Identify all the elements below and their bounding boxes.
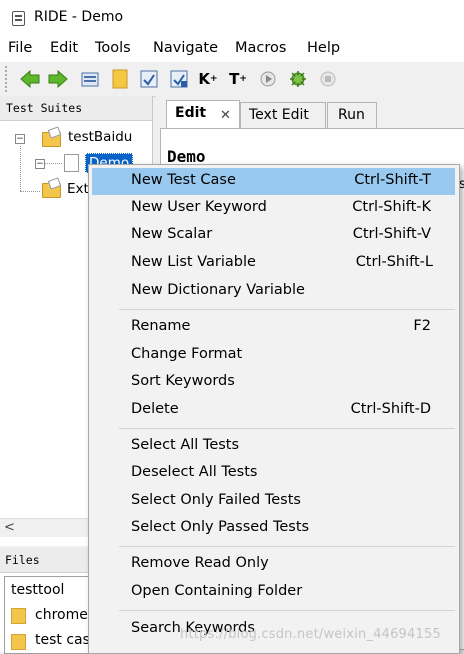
menu-item-shortcut: Ctrl-Shift-L <box>355 254 433 270</box>
menu-item-deselect-all-tests[interactable]: Deselect All Tests <box>92 460 455 487</box>
test-suites-title: Test Suites <box>6 101 83 115</box>
menu-item-change-format[interactable]: Change Format <box>92 342 455 369</box>
menu-separator <box>119 610 455 611</box>
context-menu: New Test Case Ctrl-Shift-T New User Keyw… <box>88 164 460 654</box>
menu-item-rename[interactable]: Rename F2 <box>92 314 455 341</box>
menu-macros[interactable]: Macros <box>235 40 286 56</box>
menu-item-new-list-variable[interactable]: New List Variable Ctrl-Shift-L <box>92 250 455 277</box>
close-icon[interactable]: ✕ <box>220 108 231 123</box>
folder-icon <box>11 634 26 650</box>
menu-item-open-containing-folder[interactable]: Open Containing Folder <box>92 579 455 606</box>
menu-item-label: Rename <box>131 318 191 334</box>
toolbar: K + T + <box>0 62 464 97</box>
menu-item-label: Select Only Failed Tests <box>131 492 301 508</box>
folder-icon <box>11 608 26 624</box>
menu-item-label: New User Keyword <box>131 199 267 215</box>
tab-run-label: Run <box>338 107 365 123</box>
file-item-testtool[interactable]: testtool <box>11 582 64 598</box>
run-icon[interactable] <box>258 69 278 89</box>
menu-item-label: New Dictionary Variable <box>131 282 305 298</box>
menu-item-delete[interactable]: Delete Ctrl-Shift-D <box>92 397 455 424</box>
tree-line <box>20 146 21 191</box>
expand-toggle-testbaidu[interactable]: − <box>15 134 25 144</box>
menu-item-new-scalar[interactable]: New Scalar Ctrl-Shift-V <box>92 222 455 249</box>
save-all-icon[interactable] <box>169 69 189 89</box>
open-directory-icon[interactable] <box>80 69 100 89</box>
watermark: https://blog.csdn.net/weixin_44694155 <box>180 627 441 642</box>
open-folder-icon[interactable] <box>110 69 130 89</box>
menu-edit[interactable]: Edit <box>50 40 78 56</box>
stop-icon[interactable] <box>318 69 338 89</box>
menu-item-new-test-case[interactable]: New Test Case Ctrl-Shift-T <box>92 168 455 195</box>
expand-toggle-demo[interactable]: − <box>35 159 45 169</box>
test-suites-header: Test Suites <box>0 96 152 121</box>
tree-line <box>20 191 40 192</box>
menu-item-remove-read-only[interactable]: Remove Read Only <box>92 551 455 578</box>
menu-item-label: Select Only Passed Tests <box>131 519 310 535</box>
menu-item-label: Select All Tests <box>131 437 240 453</box>
menu-item-label: Delete <box>131 401 179 417</box>
window-title: RIDE - Demo <box>34 9 124 25</box>
test-tag-icon[interactable]: T + <box>228 69 248 89</box>
tree-node-testbaidu[interactable]: testBaidu <box>68 129 132 145</box>
folder-icon <box>42 183 61 198</box>
menu-item-shortcut: F2 <box>413 318 431 334</box>
menu-bar: File Edit Tools Navigate Macros Help <box>0 36 464 62</box>
menu-item-select-all-tests[interactable]: Select All Tests <box>92 433 455 460</box>
forward-icon[interactable] <box>48 69 68 89</box>
title-bar: RIDE - Demo <box>0 0 464 36</box>
tab-text-edit-label: Text Edit <box>249 107 309 123</box>
app-icon <box>12 11 25 26</box>
menu-item-label: Deselect All Tests <box>131 464 258 480</box>
menu-item-label: New Scalar <box>131 226 213 242</box>
menu-tools[interactable]: Tools <box>95 40 131 56</box>
tab-edit-label: Edit <box>175 105 207 121</box>
tab-text-edit[interactable]: Text Edit <box>240 102 326 129</box>
save-icon[interactable] <box>139 69 159 89</box>
menu-item-select-only-passed-tests[interactable]: Select Only Passed Tests <box>92 515 455 542</box>
scroll-left-icon[interactable]: < <box>4 520 15 535</box>
menu-item-shortcut: Ctrl-Shift-T <box>354 172 431 188</box>
menu-item-label: Sort Keywords <box>131 373 235 389</box>
menu-item-select-only-failed-tests[interactable]: Select Only Failed Tests <box>92 488 455 515</box>
file-item-test-cas[interactable]: test cas <box>35 632 90 648</box>
menu-separator <box>119 428 455 429</box>
menu-navigate[interactable]: Navigate <box>153 40 218 56</box>
back-icon[interactable] <box>20 69 40 89</box>
menu-item-label: New List Variable <box>131 254 256 270</box>
menu-item-shortcut: Ctrl-Shift-D <box>350 401 431 417</box>
menu-item-shortcut: Ctrl-Shift-K <box>352 199 431 215</box>
tree-node-ext[interactable]: Ext <box>67 181 89 197</box>
menu-item-label: New Test Case <box>131 172 236 188</box>
menu-item-label: Change Format <box>131 346 243 362</box>
file-item-chrome[interactable]: chrome <box>35 607 88 623</box>
menu-item-new-dictionary-variable[interactable]: New Dictionary Variable <box>92 278 455 305</box>
files-title: Files <box>5 553 40 567</box>
menu-separator <box>119 309 455 310</box>
keyword-search-icon[interactable]: K + <box>198 69 218 89</box>
menu-separator <box>119 546 455 547</box>
menu-item-new-user-keyword[interactable]: New User Keyword Ctrl-Shift-K <box>92 195 455 222</box>
file-icon <box>64 154 79 172</box>
debug-icon[interactable] <box>288 69 308 89</box>
tab-edit[interactable]: Edit ✕ <box>166 100 240 129</box>
menu-item-label: Open Containing Folder <box>131 583 303 599</box>
menu-item-label: Remove Read Only <box>131 555 269 571</box>
menu-item-shortcut: Ctrl-Shift-V <box>352 226 431 242</box>
menu-item-sort-keywords[interactable]: Sort Keywords <box>92 369 455 396</box>
menu-help[interactable]: Help <box>307 40 340 56</box>
tab-run[interactable]: Run <box>327 102 377 129</box>
menu-file[interactable]: File <box>8 40 32 56</box>
folder-icon <box>42 132 61 147</box>
toolbar-grip[interactable] <box>5 66 10 92</box>
